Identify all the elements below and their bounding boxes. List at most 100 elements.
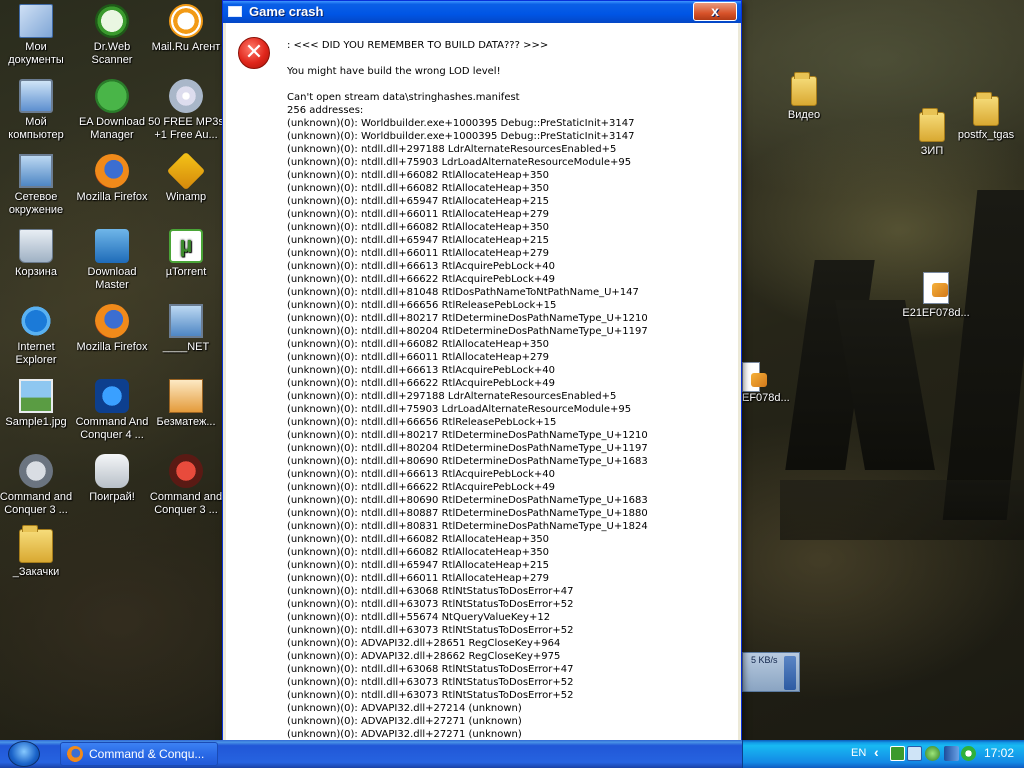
crash-message-line: (unknown)(0): ntdll.dll+66082 RtlAllocat… [287,339,550,350]
desktop-icon-18[interactable]: Безматеж... [148,379,224,429]
crash-message-line: (unknown)(0): ntdll.dll+66082 RtlAllocat… [287,183,550,194]
download-speed-label: 5 KB/s [751,655,778,665]
agent-tray-icon[interactable] [961,746,976,761]
desktop-icon-label: Мой [25,116,47,128]
firefox-icon [67,746,83,762]
system-tray [742,740,1024,768]
desktop-icon-video[interactable]: Видео [766,72,842,122]
desktop-icon-label: Корзина [15,266,57,278]
utorrent-icon: µ [169,229,203,263]
taskbar: Command & Conqu... [0,740,1024,768]
crash-message-line: (unknown)(0): ntdll.dll+63068 RtlNtStatu… [287,664,574,675]
crash-message-line: (unknown)(0): ntdll.dll+80690 RtlDetermi… [287,456,648,467]
crash-message-line: (unknown)(0): ntdll.dll+66011 RtlAllocat… [287,573,550,584]
desktop-icon-label: Безматеж... [156,416,216,428]
desktop-icon-ef078d[interactable]: EF078d... [742,362,790,405]
game-crash-window: Game crash x ✕ : <<< DID YOU REMEMBER TO… [222,0,742,768]
network-tray-icon[interactable] [907,746,922,761]
drweb-icon [95,4,129,38]
desktop-icon-label-line2: окружение [8,204,64,216]
desktop-icon-postfx-tgas[interactable]: postfx_tgas [948,92,1024,142]
desktop-icon-19[interactable]: Command and Conquer 3 ... [0,454,74,517]
free-mp3-icon [169,79,203,113]
gamepad-icon [95,454,129,488]
desktop-icon-14[interactable]: Mozilla Firefox [74,304,150,354]
desktop-icon-1[interactable]: Мои документы [0,4,74,67]
crash-message-line: (unknown)(0): ntdll.dll+66011 RtlAllocat… [287,209,550,220]
crash-message-line: (unknown)(0): ntdll.dll+66613 RtlAcquire… [287,365,555,376]
crash-message-line: (unknown)(0): ntdll.dll+63073 RtlNtStatu… [287,599,574,610]
desktop-icon-3[interactable]: Mail.Ru Агент [148,4,224,54]
winamp-icon [166,151,206,191]
crash-message-blank-line [287,52,730,65]
cnc4-icon [95,379,129,413]
my-computer-icon [19,79,53,113]
window-titlebar[interactable]: Game crash x [223,1,741,23]
crash-message-line: (unknown)(0): ADVAPI32.dll+27214 (unknow… [287,703,522,714]
winamp-file-icon [742,362,767,392]
start-button[interactable] [0,740,50,768]
desktop-icon-13[interactable]: Internet Explorer [0,304,74,367]
crash-message-line: Can't open stream data\stringhashes.mani… [287,92,520,103]
desktop-icon-6[interactable]: 50 FREE MP3s +1 Free Au... [148,79,224,142]
desktop-icon-9[interactable]: Winamp [148,151,224,204]
recycle-bin-icon [19,229,53,263]
folder-icon [973,92,999,126]
download-speed-widget[interactable]: 5 KB/s [742,652,800,692]
desktop-icon-17[interactable]: Command And Conquer 4 ... [74,379,150,442]
desktop-icon-label: µTorrent [165,266,207,278]
desktop-icon-11[interactable]: Download Master [74,229,150,292]
drweb-tray-icon[interactable] [925,746,940,761]
desktop-icon-label: 50 FREE MP3s [148,116,224,128]
image-shortcut-icon [169,379,203,413]
desktop-icon-16[interactable]: Sample1.jpg [0,379,74,429]
taskbar-clock: 17:02 [984,746,1015,760]
close-button[interactable]: x [693,2,737,21]
crash-message-line: (unknown)(0): ntdll.dll+66622 RtlAcquire… [287,378,555,389]
crash-dialog-body: ✕ : <<< DID YOU REMEMBER TO BUILD DATA??… [226,23,738,767]
desktop-icon-4[interactable]: Мой компьютер [0,79,74,142]
desktop-icon-22[interactable]: _Закачки [0,525,74,579]
desktop-icon-21[interactable]: Command and Conquer 3 ... [148,454,224,517]
desktop-icon-20[interactable]: Поиграй! [74,454,150,504]
desktop-icon-label: _Закачки [12,566,60,578]
desktop-icon-8[interactable]: Mozilla Firefox [74,154,150,204]
language-indicator[interactable]: EN [851,747,866,759]
desktop-icon-label: EA Download [78,116,146,128]
download-arrow-icon [784,656,796,690]
crash-message-line: (unknown)(0): ntdll.dll+80204 RtlDetermi… [287,326,648,337]
desktop-icon-label: Mail.Ru Агент [151,41,221,53]
crash-message-line: (unknown)(0): ntdll.dll+66622 RtlAcquire… [287,482,555,493]
desktop-icon-5[interactable]: EA Download Manager [74,79,150,142]
show-hidden-icons-chevron-icon[interactable]: ‹ [874,744,879,760]
desktop-icon-label: ____NET [162,341,210,353]
network-places-icon [19,154,53,188]
window-icon [228,6,242,17]
utorrent-tray-icon[interactable] [890,746,905,761]
desktop-icon-7[interactable]: Сетевое окружение [0,154,74,217]
crash-message-line: (unknown)(0): ntdll.dll+80887 RtlDetermi… [287,508,648,519]
desktop-icon-15[interactable]: ____NET [148,304,224,354]
crash-message-line: (unknown)(0): ntdll.dll+80690 RtlDetermi… [287,495,648,506]
crash-message-line: (unknown)(0): ntdll.dll+66082 RtlAllocat… [287,534,550,545]
crash-message-line: (unknown)(0): ntdll.dll+75903 LdrLoadAlt… [287,157,632,168]
desktop-icon-e21ef078d[interactable]: E21EF078d... [896,272,976,320]
taskbar-item-command-and-conquer[interactable]: Command & Conqu... [60,742,218,766]
crash-message-line: (unknown)(0): ntdll.dll+81048 RtlDosPath… [287,287,639,298]
desktop-icon-10[interactable]: Корзина [0,229,74,279]
signal-tray-icon[interactable] [944,746,959,761]
desktop-icon-2[interactable]: Dr.Web Scanner [74,4,150,67]
image-file-icon [19,379,53,413]
crash-message-line: (unknown)(0): ADVAPI32.dll+28662 RegClos… [287,651,561,662]
desktop-icon-label: Поиграй! [89,491,135,503]
crash-message-line: (unknown)(0): ntdll.dll+65947 RtlAllocat… [287,235,550,246]
desktop-icon-12[interactable]: µ µTorrent [148,229,224,279]
crash-message-line: (unknown)(0): ntdll.dll+66622 RtlAcquire… [287,274,555,285]
desktop-icon-label: Command and [0,491,73,503]
desktop-icon-label: Internet [17,341,55,353]
crash-message: : <<< DID YOU REMEMBER TO BUILD DATA??? … [287,39,730,768]
desktop-icon-label: Сетевое [14,191,58,203]
crash-message-line: (unknown)(0): ntdll.dll+66656 RtlRelease… [287,417,557,428]
crash-message-line: : <<< DID YOU REMEMBER TO BUILD DATA??? … [287,40,549,51]
crash-message-line: (unknown)(0): ntdll.dll+80831 RtlDetermi… [287,521,648,532]
